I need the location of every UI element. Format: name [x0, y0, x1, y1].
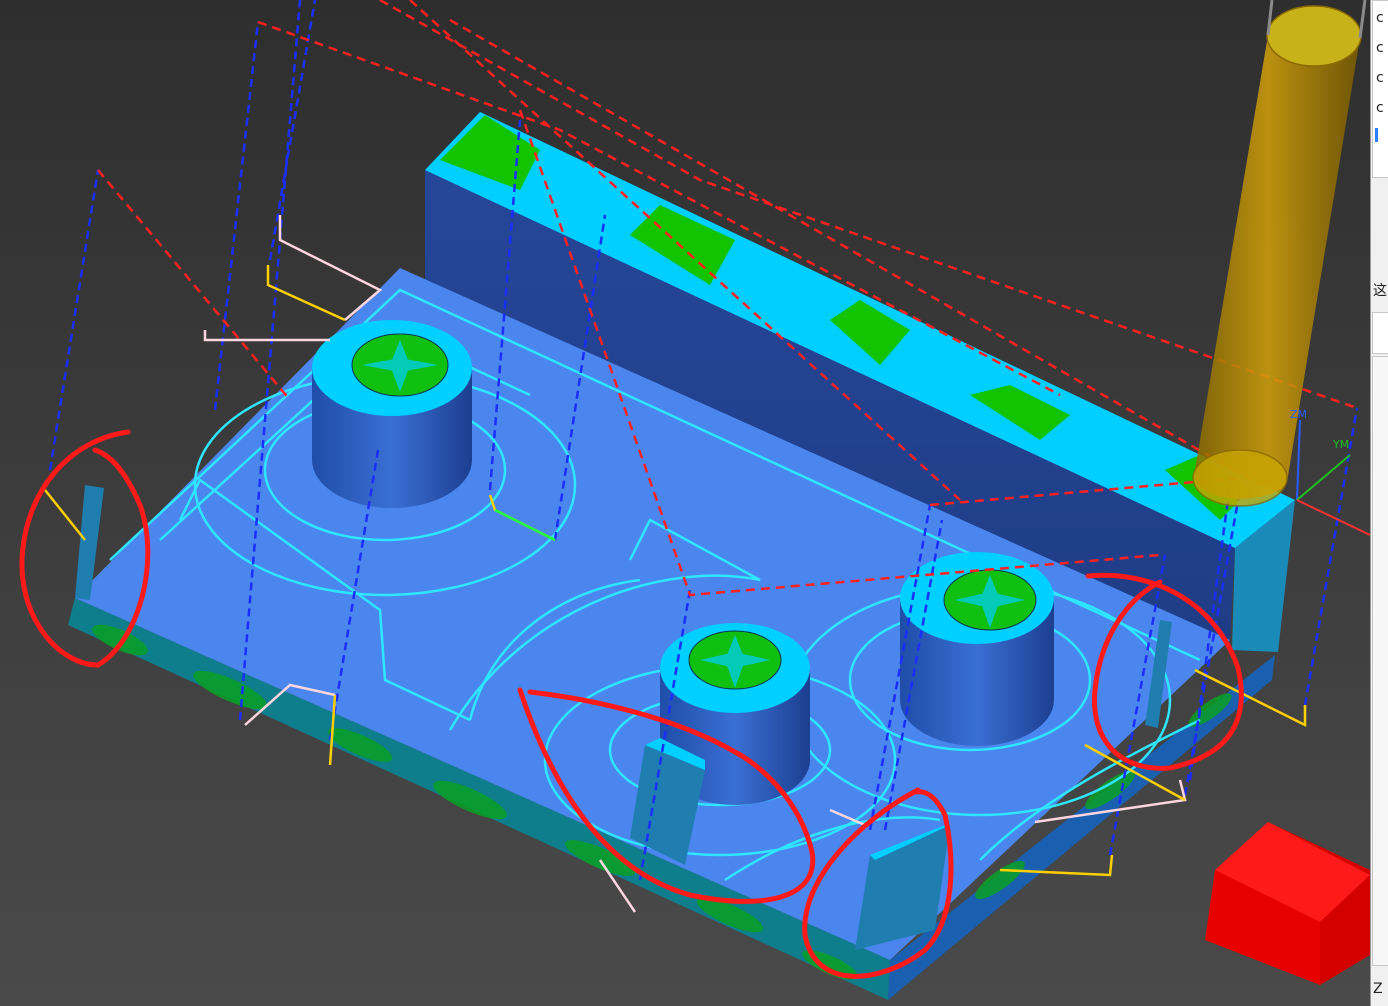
stock-marker-icon: [1205, 822, 1370, 985]
boss-1: [312, 320, 472, 508]
coordinate-triad-icon: ZM YM: [1290, 408, 1370, 536]
boss-3: [900, 552, 1054, 746]
axis-z-label: ZM: [1290, 408, 1307, 421]
panel-list-item-2[interactable]: c: [1376, 39, 1384, 58]
cutter-tool-icon: [1192, 0, 1367, 507]
panel-list-item-1[interactable]: c: [1376, 9, 1384, 28]
axis-y-label: YM: [1332, 438, 1349, 451]
panel-list-box[interactable]: c c c c: [1372, 0, 1388, 178]
cam-simulation-scene[interactable]: ZM YM: [0, 0, 1370, 1006]
panel-input-box[interactable]: [1372, 312, 1388, 354]
panel-list-item-4[interactable]: c: [1376, 99, 1384, 118]
panel-selection-marker: [1375, 128, 1378, 142]
properties-side-panel[interactable]: c c c c 这 Z: [1370, 0, 1388, 1006]
graphics-viewport[interactable]: ZM YM: [0, 0, 1370, 1006]
panel-list-item-3[interactable]: c: [1376, 69, 1384, 88]
panel-section-label: 这: [1373, 283, 1387, 299]
panel-content-area: [1372, 356, 1388, 966]
panel-bottom-label: Z: [1373, 981, 1383, 997]
